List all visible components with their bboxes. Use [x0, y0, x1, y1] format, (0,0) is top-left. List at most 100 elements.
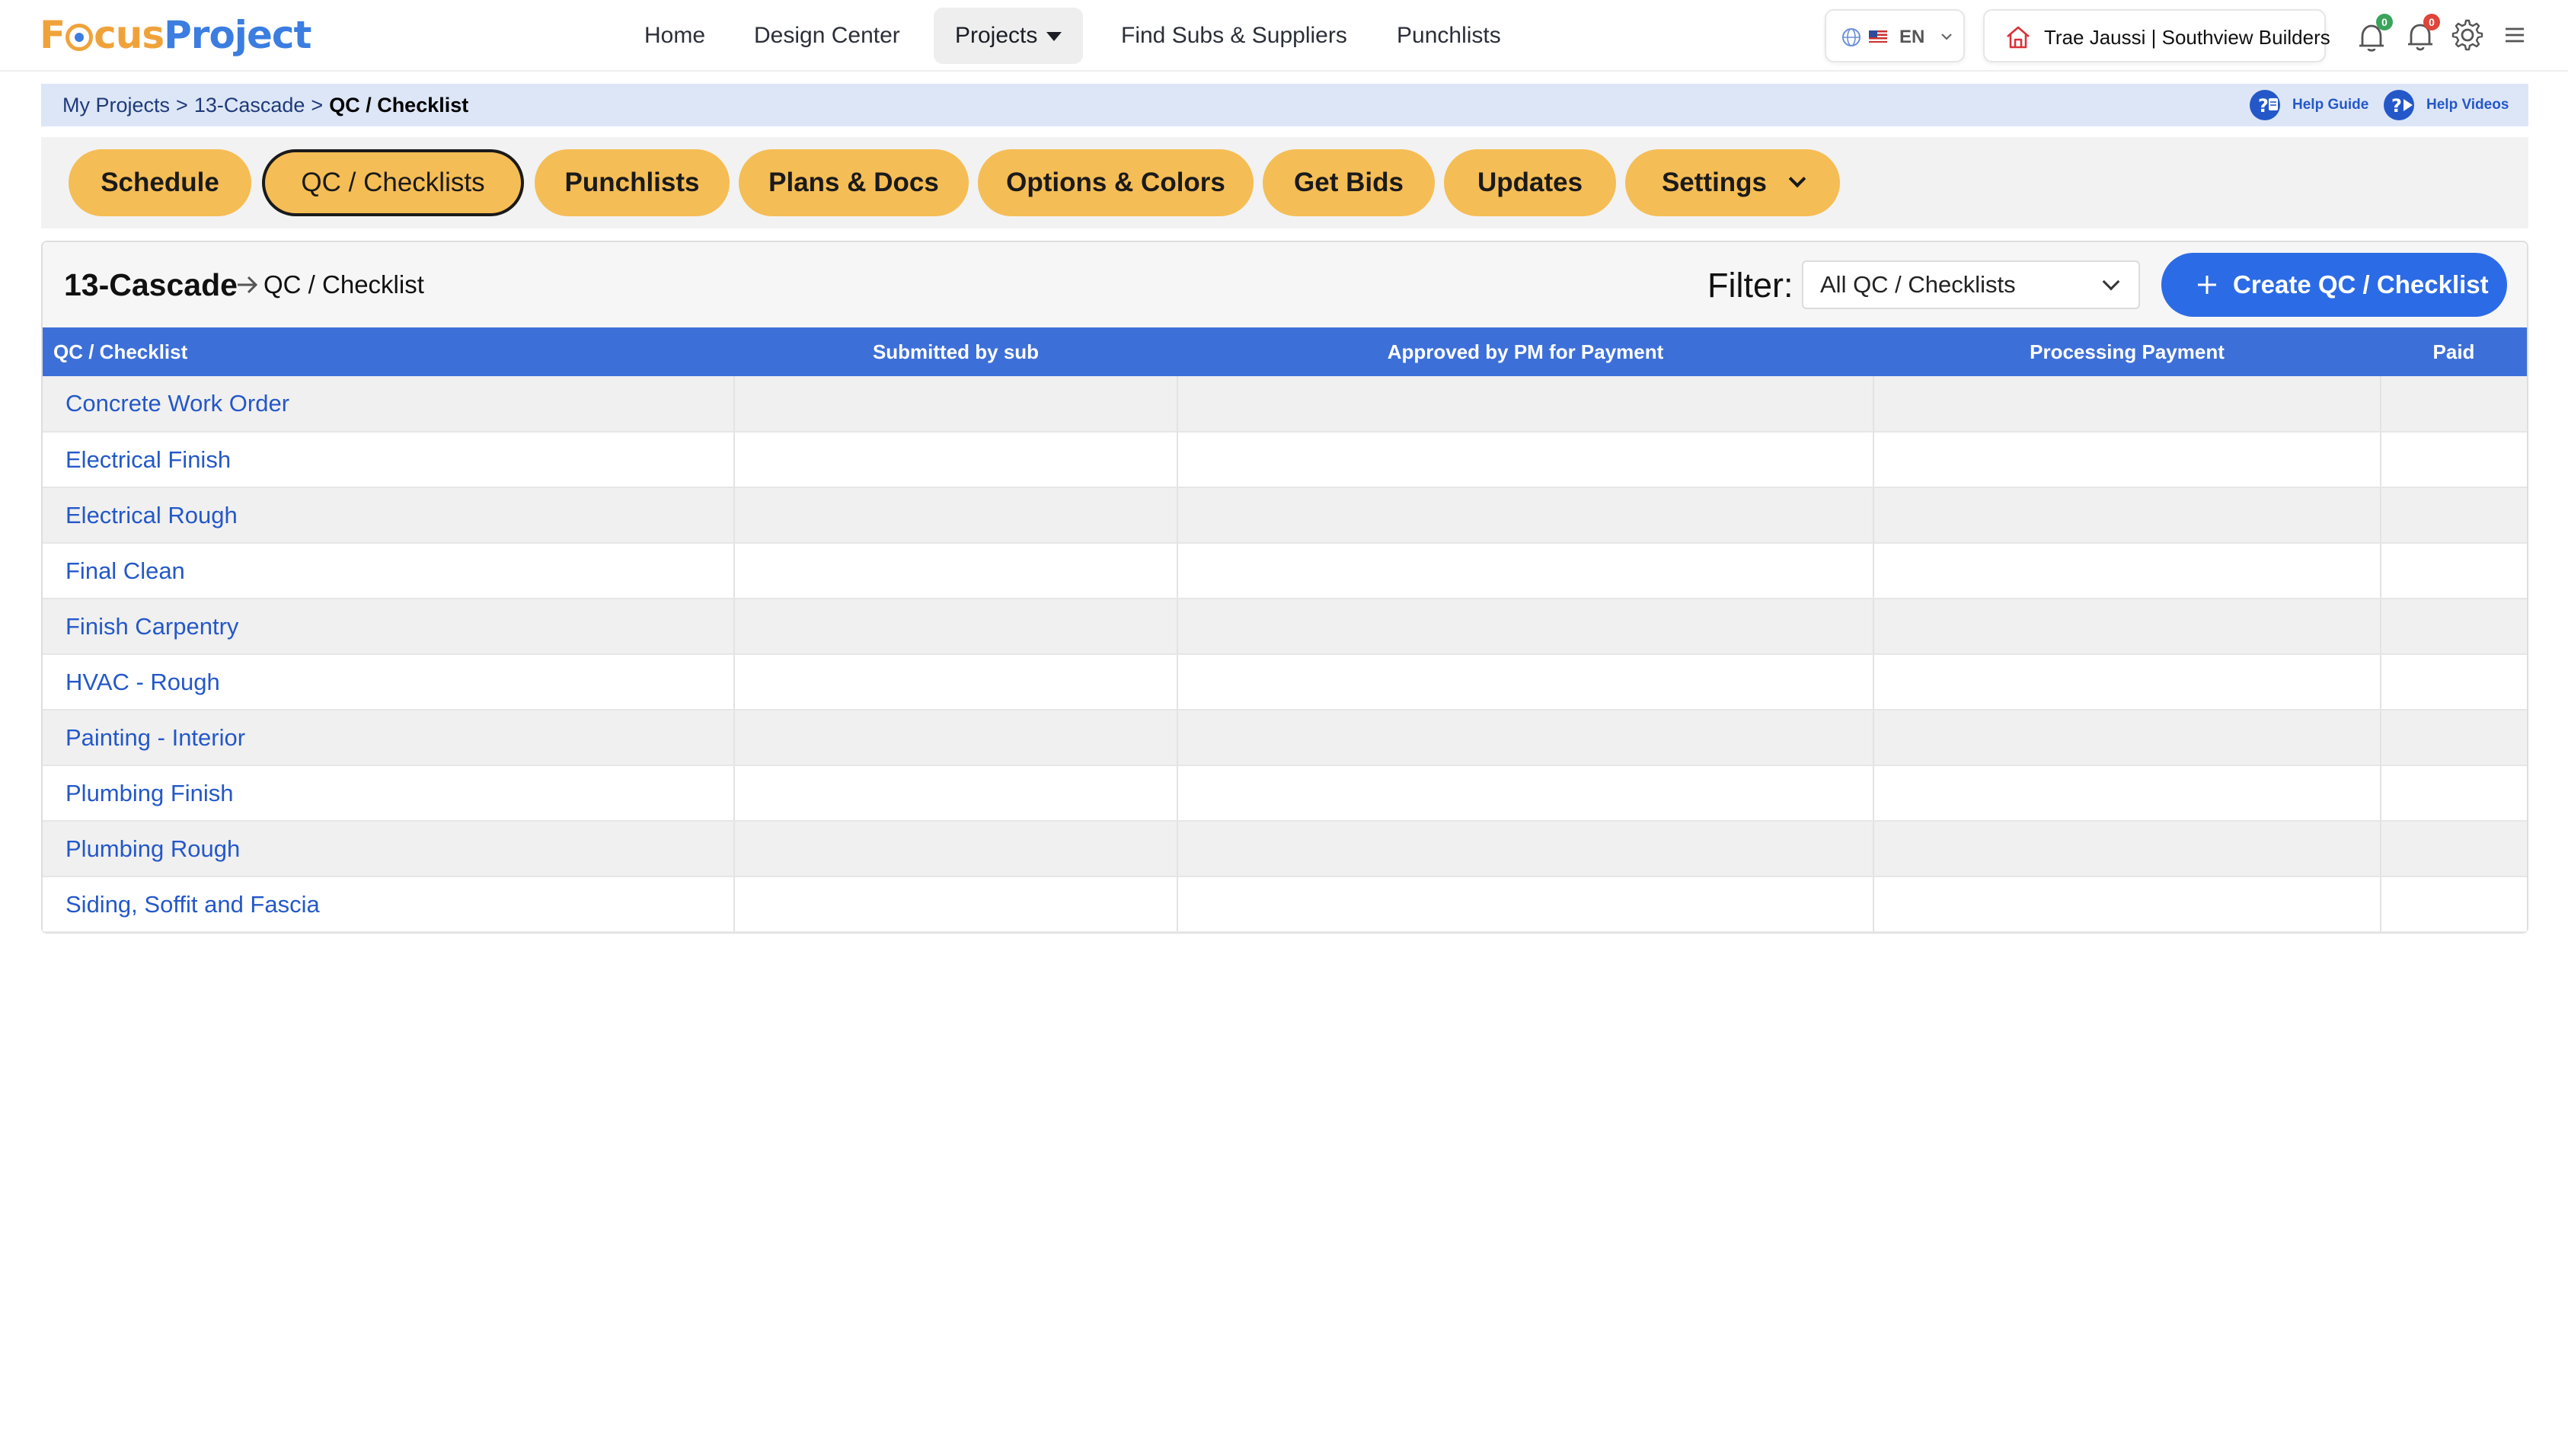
- column-header-checklist[interactable]: QC / Checklist: [43, 327, 734, 376]
- breadcrumb: My Projects >13-Cascade > QC / Checklist: [62, 84, 468, 126]
- tab-updates[interactable]: Updates: [1444, 149, 1616, 216]
- approved-cell: [1177, 765, 1874, 822]
- checklist-link[interactable]: Final Clean: [43, 543, 735, 599]
- team-count-badge: 0: [2376, 14, 2393, 30]
- processing-cell: [1873, 876, 2381, 933]
- tab-plans-docs[interactable]: Plans & Docs: [739, 149, 969, 216]
- table-row: Painting - Interior: [43, 710, 2527, 766]
- nav-home[interactable]: Home: [644, 8, 705, 64]
- qc-checklist-panel: 13-Cascade QC / Checklist Filter: All QC…: [41, 241, 2528, 934]
- checklist-link[interactable]: Plumbing Finish: [43, 765, 735, 822]
- project-tab-bar: Schedule QC / Checklists Punchlists Plan…: [41, 137, 2528, 228]
- processing-cell: [1873, 821, 2381, 877]
- column-header-submitted[interactable]: Submitted by sub: [734, 327, 1177, 376]
- nav-projects[interactable]: Projects: [934, 8, 1084, 64]
- table-row: Plumbing Finish: [43, 765, 2527, 822]
- table-row: Siding, Soffit and Fascia: [43, 876, 2527, 933]
- help-guide-link[interactable]: ? Help Guide: [2248, 88, 2370, 122]
- table-row: Finish Carpentry: [43, 599, 2527, 655]
- tab-punchlists[interactable]: Punchlists: [535, 149, 730, 216]
- nav-projects-label: Projects: [955, 23, 1038, 48]
- table-row: Final Clean: [43, 543, 2527, 599]
- paid-cell: [2381, 876, 2527, 933]
- help-videos-icon: ?: [2384, 90, 2414, 120]
- settings-button[interactable]: [2451, 18, 2486, 53]
- submitted-cell: [734, 487, 1178, 544]
- section-subtitle: QC / Checklist: [264, 270, 424, 299]
- top-navigation: FcusProject Home Design Center Projects …: [0, 0, 2568, 72]
- help-videos-link[interactable]: ? Help Videos: [2382, 88, 2512, 122]
- column-header-paid[interactable]: Paid: [2381, 327, 2527, 376]
- help-guide-label: Help Guide: [2292, 97, 2369, 113]
- tab-settings-label: Settings: [1661, 168, 1768, 197]
- account-name: Trae Jaussi | Southview Builders: [2044, 26, 2330, 49]
- project-title: 13-Cascade: [64, 267, 238, 302]
- breadcrumb-project[interactable]: 13-Cascade: [194, 94, 305, 117]
- approved-cell: [1177, 654, 1874, 710]
- approved-cell: [1177, 876, 1874, 933]
- table-row: Plumbing Rough: [43, 821, 2527, 877]
- checklist-link[interactable]: Concrete Work Order: [43, 376, 735, 433]
- plus-icon: [2198, 276, 2216, 294]
- house-icon: [2007, 26, 2030, 49]
- paid-cell: [2381, 487, 2527, 544]
- processing-cell: [1873, 599, 2381, 655]
- tab-settings[interactable]: Settings: [1625, 149, 1840, 216]
- team-notifications-button[interactable]: 0: [2356, 14, 2393, 53]
- nav-punchlists[interactable]: Punchlists: [1397, 8, 1501, 64]
- svg-text:?: ?: [2258, 95, 2269, 117]
- nav-find-subs[interactable]: Find Subs & Suppliers: [1121, 8, 1347, 64]
- language-selector[interactable]: EN: [1825, 9, 1965, 62]
- submitted-cell: [734, 876, 1178, 933]
- menu-button[interactable]: [2498, 18, 2533, 53]
- chevron-down-icon: [2102, 273, 2120, 291]
- tab-get-bids[interactable]: Get Bids: [1263, 149, 1435, 216]
- checklist-link[interactable]: Electrical Rough: [43, 487, 735, 544]
- gear-icon: [2451, 19, 2483, 51]
- processing-cell: [1873, 376, 2381, 433]
- arrow-right-icon: [238, 276, 258, 294]
- account-selector[interactable]: Trae Jaussi | Southview Builders: [1983, 9, 2330, 62]
- checklist-link[interactable]: HVAC - Rough: [43, 654, 735, 710]
- table-row: Concrete Work Order: [43, 376, 2527, 433]
- checklist-link[interactable]: Painting - Interior: [43, 710, 735, 766]
- breadcrumb-my-projects[interactable]: My Projects: [62, 94, 170, 117]
- chevron-down-icon: [1788, 170, 1806, 188]
- processing-cell: [1873, 543, 2381, 599]
- breadcrumb-separator: >: [176, 94, 188, 117]
- caret-down-icon: [1046, 32, 1062, 42]
- column-header-approved[interactable]: Approved by PM for Payment: [1177, 327, 1873, 376]
- paid-cell: [2381, 599, 2527, 655]
- checklist-link[interactable]: Electrical Finish: [43, 432, 735, 488]
- submitted-cell: [734, 543, 1178, 599]
- checklist-link[interactable]: Finish Carpentry: [43, 599, 735, 655]
- processing-cell: [1873, 487, 2381, 544]
- approved-cell: [1177, 432, 1874, 488]
- table-row: Electrical Rough: [43, 487, 2527, 544]
- submitted-cell: [734, 765, 1178, 822]
- checklist-link[interactable]: Plumbing Rough: [43, 821, 735, 877]
- table-row: Electrical Finish: [43, 432, 2527, 488]
- approved-cell: [1177, 821, 1874, 877]
- qc-checklist-table: QC / Checklist Submitted by sub Approved…: [43, 327, 2527, 933]
- column-header-processing[interactable]: Processing Payment: [1873, 327, 2381, 376]
- submitted-cell: [734, 599, 1178, 655]
- processing-cell: [1873, 710, 2381, 766]
- checklist-link[interactable]: Siding, Soffit and Fascia: [43, 876, 735, 933]
- focusproject-logo[interactable]: FcusProject: [40, 12, 311, 58]
- tab-qc-checklists[interactable]: QC / Checklists: [262, 149, 524, 216]
- create-qc-checklist-button[interactable]: Create QC / Checklist: [2161, 253, 2507, 317]
- logo-word-project: Project: [164, 13, 311, 57]
- processing-cell: [1873, 432, 2381, 488]
- filter-dropdown[interactable]: All QC / Checklists: [1802, 260, 2140, 309]
- submitted-cell: [734, 710, 1178, 766]
- tab-schedule[interactable]: Schedule: [69, 149, 251, 216]
- magnifier-icon: [65, 24, 94, 51]
- hamburger-menu-icon: [2506, 27, 2524, 43]
- nav-design-center[interactable]: Design Center: [754, 8, 900, 64]
- submitted-cell: [734, 821, 1178, 877]
- alerts-count-badge: 0: [2423, 14, 2440, 30]
- tab-options-colors[interactable]: Options & Colors: [978, 149, 1254, 216]
- alerts-button[interactable]: 0: [2404, 14, 2440, 53]
- logo-word-focus: cus: [94, 13, 164, 57]
